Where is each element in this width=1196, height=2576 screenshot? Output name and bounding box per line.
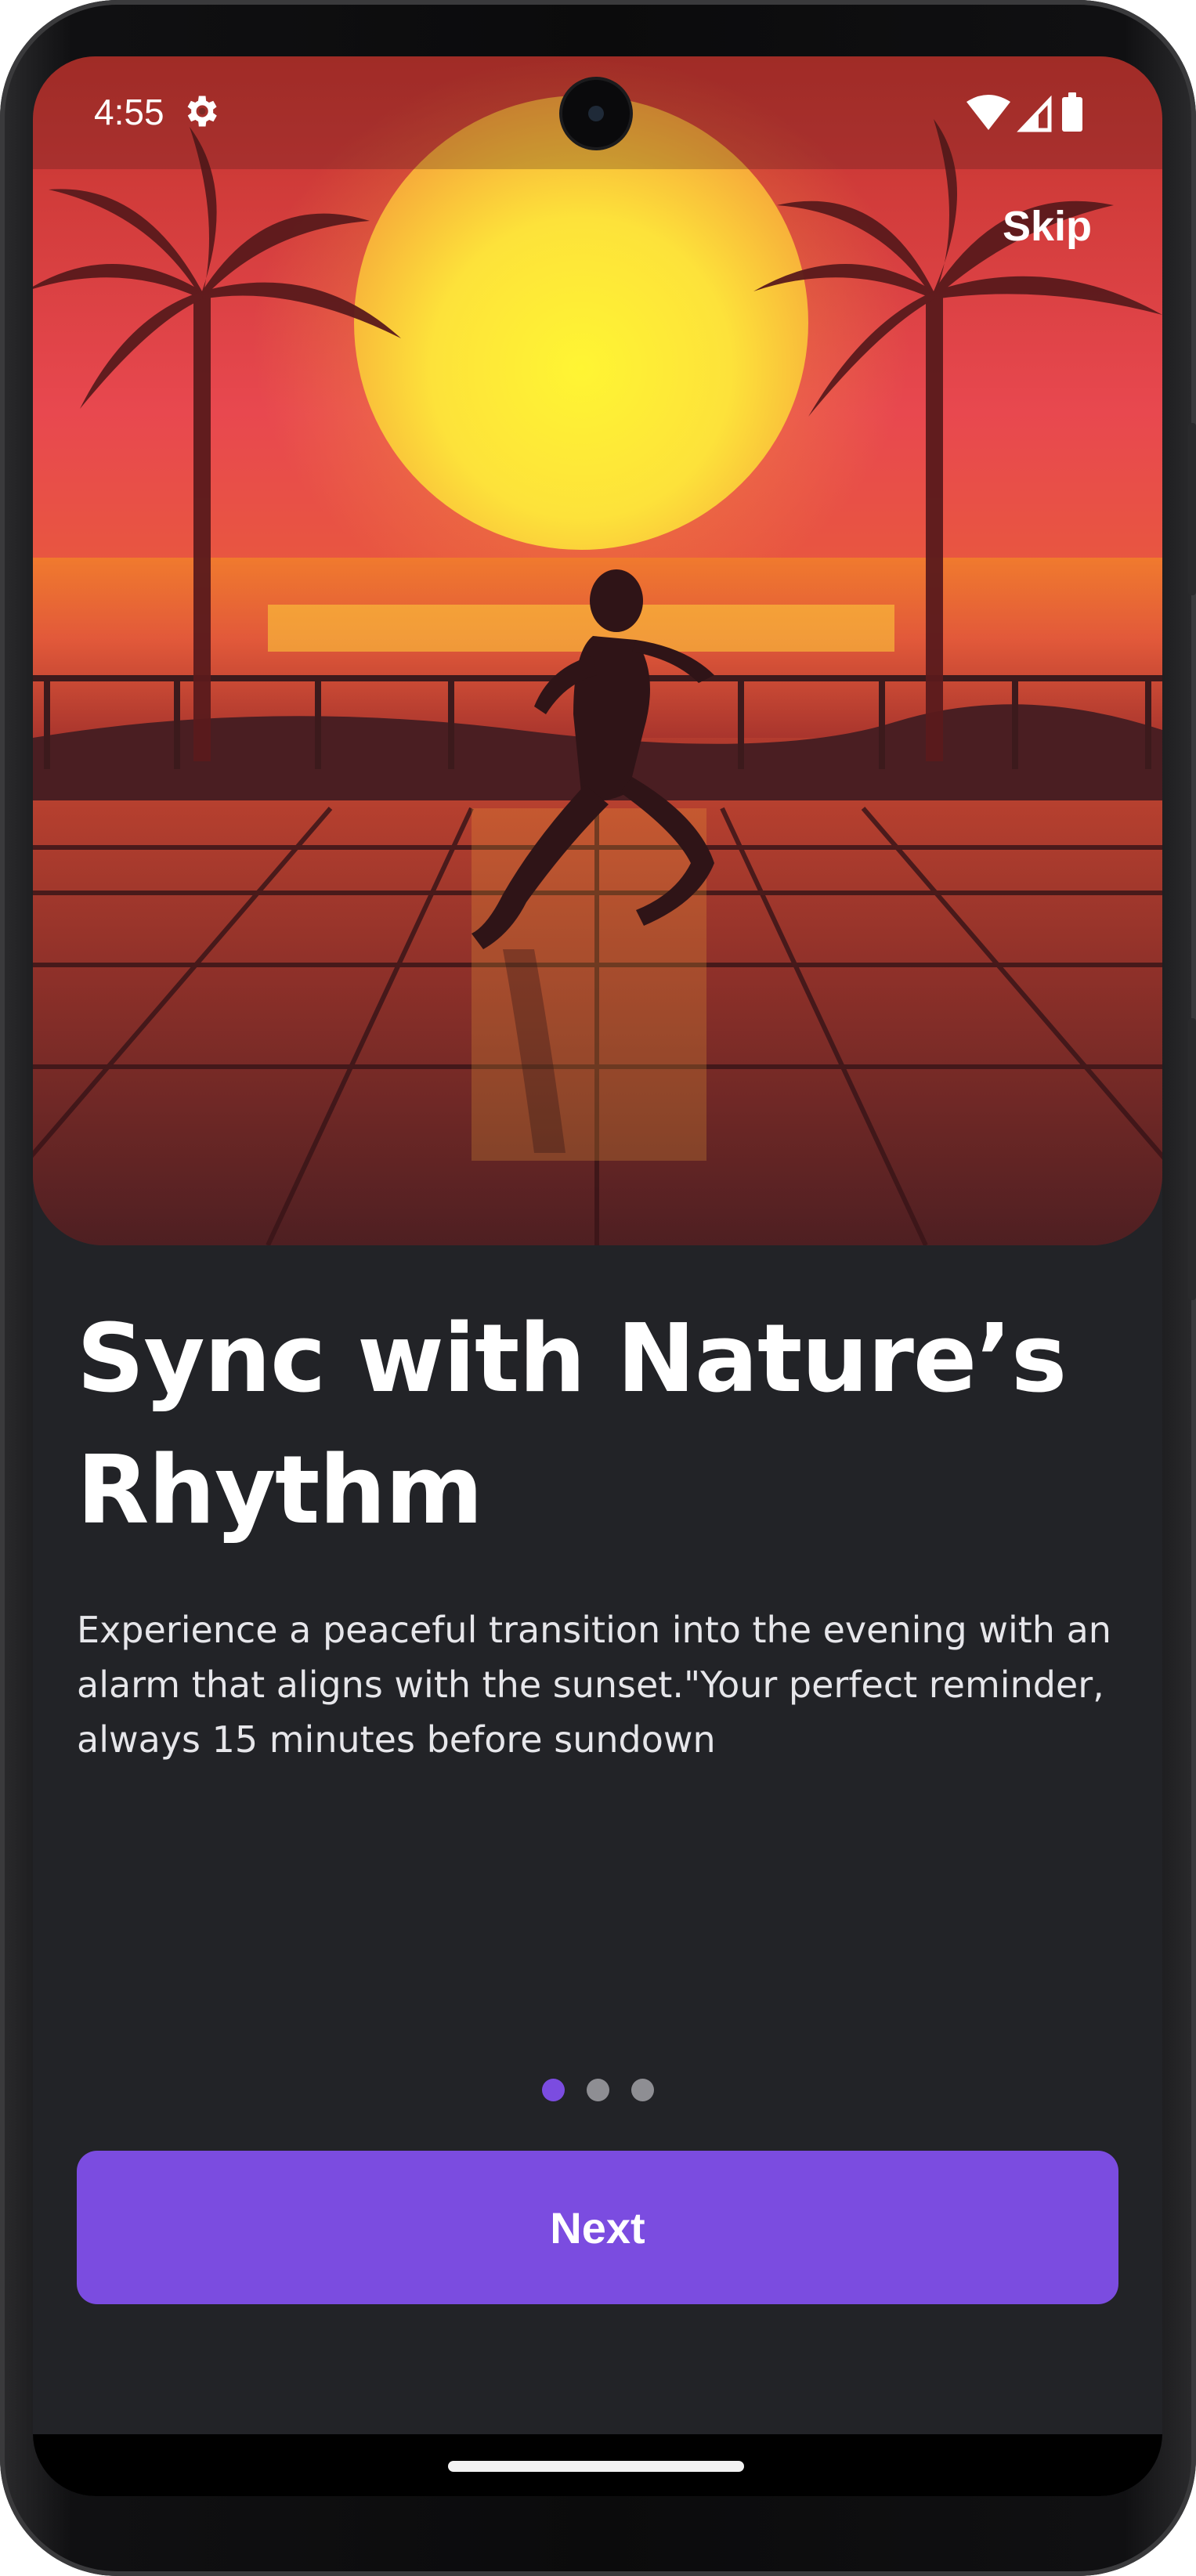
status-icons [967, 92, 1082, 132]
page-dot-1-active[interactable] [541, 2079, 565, 2101]
page-dot-3[interactable] [631, 2079, 654, 2101]
power-button [1188, 423, 1196, 595]
skip-button[interactable]: Skip [1003, 202, 1092, 251]
battery-icon [1062, 92, 1082, 132]
sunset-runner-illustration [33, 56, 1162, 1245]
app-screen: 4:55 Skip Sync with Nature’s Rhythm Expe… [33, 56, 1162, 2496]
clock-time: 4:55 [94, 92, 164, 132]
home-gesture-handle[interactable] [448, 2461, 744, 2472]
next-button[interactable]: Next [77, 2151, 1118, 2304]
wifi-icon [967, 95, 1010, 130]
hero-image [33, 56, 1162, 1245]
settings-gear-icon [187, 96, 217, 127]
volume-button [1188, 1018, 1196, 1300]
onboarding-title: Sync with Nature’s Rhythm [77, 1294, 1118, 1557]
cellular-signal-icon [1017, 95, 1052, 132]
title-line-2: Rhythm [77, 1436, 483, 1545]
front-camera [562, 80, 630, 147]
onboarding-description: Experience a peaceful transition into th… [77, 1609, 1111, 1761]
phone-frame: 4:55 Skip Sync with Nature’s Rhythm Expe… [0, 0, 1196, 2576]
title-line-1: Sync with Nature’s [77, 1305, 1067, 1414]
page-indicator [33, 2079, 1162, 2110]
status-bar: 4:55 [33, 56, 1162, 169]
page-dot-2[interactable] [586, 2079, 609, 2101]
